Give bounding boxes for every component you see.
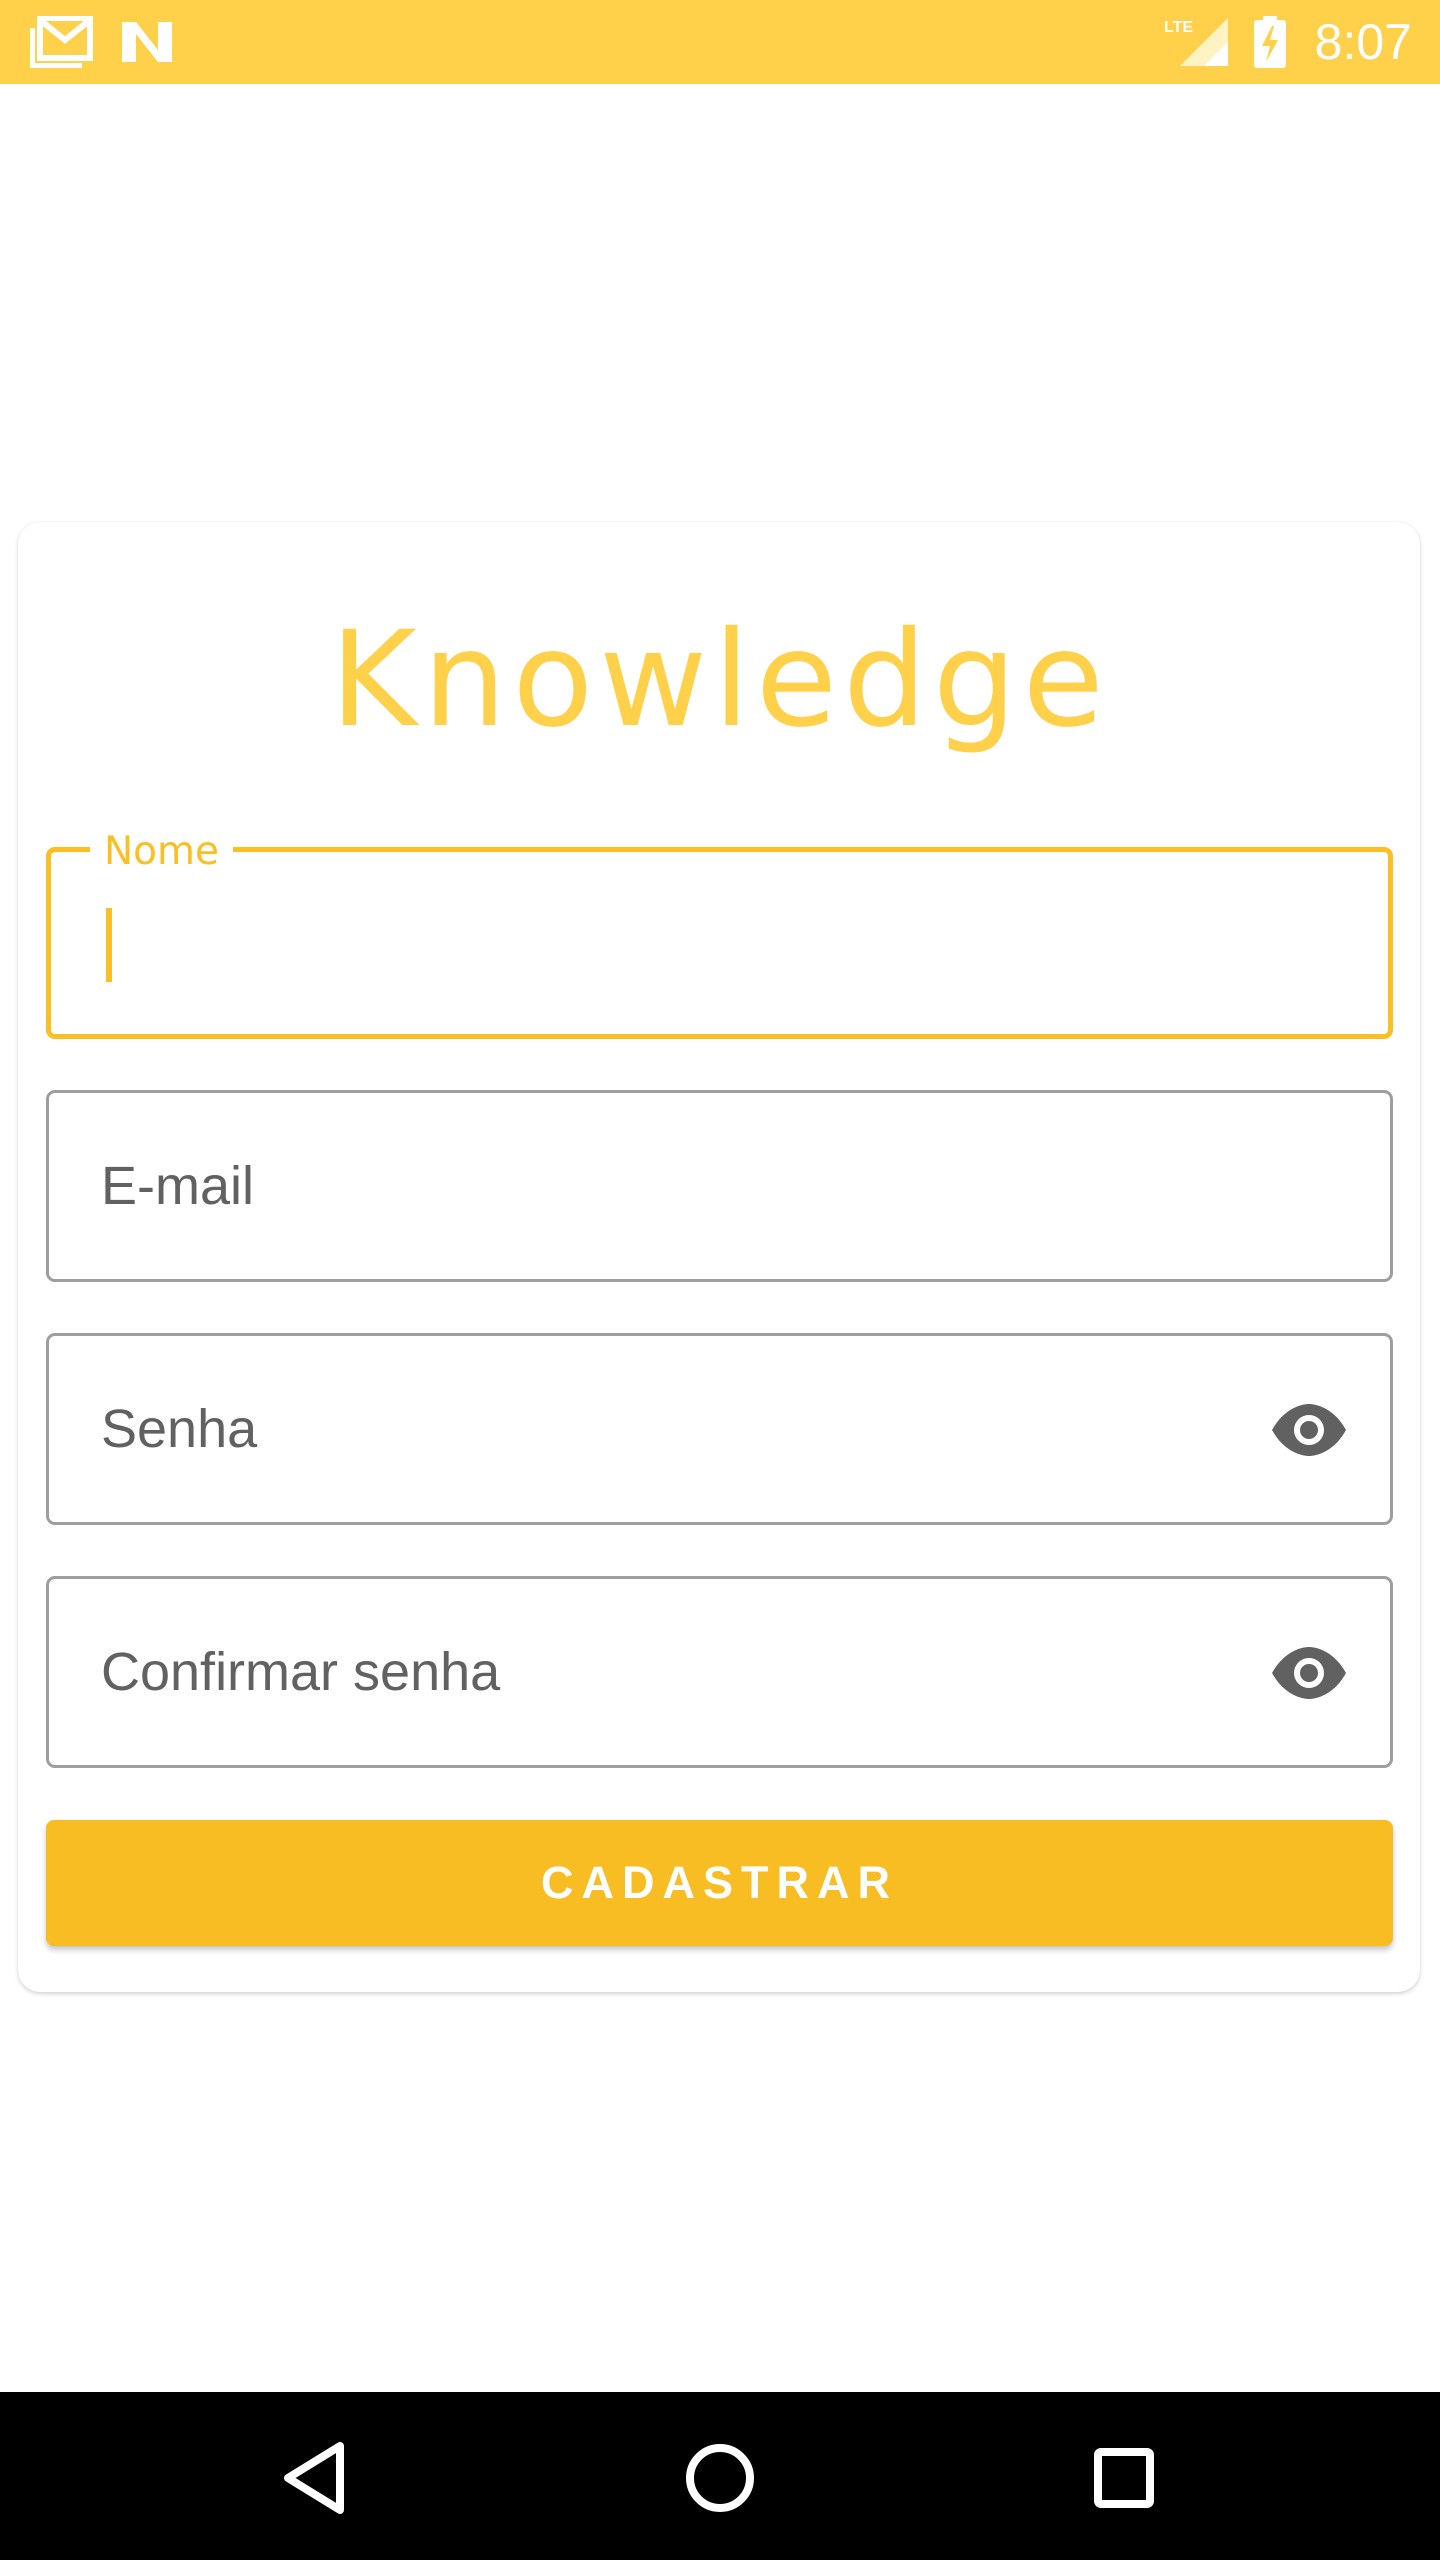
n-app-icon — [122, 22, 172, 62]
recents-icon[interactable] — [1084, 2438, 1164, 2518]
email-placeholder: E-mail — [101, 1156, 255, 1216]
show-password-icon[interactable] — [1270, 1402, 1348, 1458]
name-field[interactable] — [46, 847, 1393, 1039]
text-cursor — [106, 908, 112, 982]
battery-charging-icon — [1254, 16, 1286, 68]
clock: 8:07 — [1314, 14, 1412, 70]
password-placeholder: Senha — [101, 1399, 258, 1459]
lte-signal-icon: LTE — [1164, 18, 1228, 66]
confirm-password-field[interactable]: Confirmar senha — [46, 1576, 1393, 1768]
network-type-label: LTE — [1164, 19, 1193, 36]
home-icon[interactable] — [680, 2438, 760, 2518]
gmail-icon — [30, 16, 93, 68]
navigation-bar — [0, 2392, 1440, 2560]
password-field[interactable]: Senha — [46, 1333, 1393, 1525]
app-title: Knowledge — [330, 603, 1110, 757]
confirm-password-placeholder: Confirmar senha — [101, 1642, 501, 1702]
email-field[interactable]: E-mail — [46, 1090, 1393, 1282]
name-field-label: Nome — [90, 822, 234, 882]
status-bar: LTE 8:07 — [0, 0, 1440, 84]
back-icon[interactable] — [276, 2438, 356, 2518]
register-button[interactable]: CADASTRAR — [46, 1820, 1393, 1946]
show-confirm-password-icon[interactable] — [1270, 1645, 1348, 1701]
